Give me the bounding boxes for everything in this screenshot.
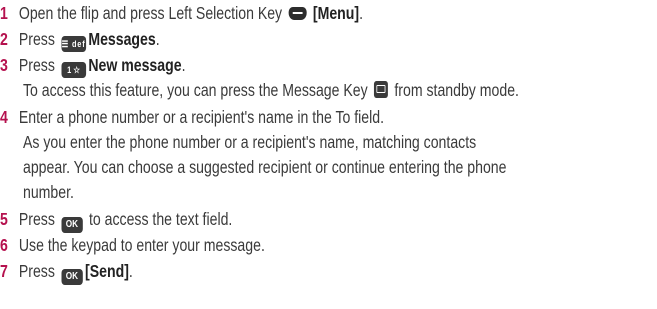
step-2: 2 Press ☰ def Messages. [0, 26, 539, 52]
send-label: [Send] [85, 261, 129, 281]
step-7: 7 Press OK [Send]. [0, 258, 539, 285]
step-4-detail-line-1: As you enter the phone number or a recip… [23, 132, 477, 152]
note-text-end: from standby mode. [390, 80, 519, 100]
step-text: Enter a phone number or a recipient's na… [18, 107, 385, 127]
step-number: 6 [0, 235, 8, 255]
message-key-icon [374, 81, 389, 98]
step-number: 7 [0, 261, 8, 281]
left-soft-key-icon [288, 7, 307, 20]
step-6: 6 Use the keypad to enter your message. [0, 232, 539, 258]
note-text: To access this feature, you can press th… [23, 80, 372, 100]
step-punct: . [128, 261, 133, 281]
step-number: 4 [0, 107, 8, 127]
ok-key-icon: OK [61, 217, 83, 233]
step-4: 4 Enter a phone number or a recipient's n… [0, 104, 539, 130]
instruction-list: 1 Open the flip and press Left Selection … [0, 0, 657, 309]
step-number: 5 [0, 209, 8, 229]
step-3: 3 Press 1 ☆ New message. [0, 52, 539, 78]
step-punct: . [155, 29, 160, 49]
step-number: 3 [0, 55, 8, 75]
messages-label: Messages [88, 29, 156, 49]
step-4-detail-line-3: number. [23, 182, 74, 202]
step-text-end: to access the text field. [85, 209, 233, 229]
step-text: Press [18, 55, 59, 75]
menu-label: [Menu] [312, 3, 360, 23]
step-text: Open the flip and press Left Selection K… [18, 3, 287, 23]
new-message-key-icon: 1 ☆ [61, 62, 86, 78]
step-1: 1 Open the flip and press Left Selection … [0, 0, 539, 26]
step-text: Press [18, 209, 59, 229]
step-4-detail-line-2: appear. You can choose a suggested recip… [23, 157, 507, 177]
ok-key-icon: OK [61, 269, 83, 285]
step-number: 2 [0, 29, 8, 49]
step-number: 1 [0, 3, 8, 23]
step-punct: . [359, 3, 364, 23]
step-text: Press [18, 261, 59, 281]
step-punct: . [181, 55, 186, 75]
step-3-note: To access this feature, you can press th… [23, 78, 657, 103]
step-text: Press [18, 29, 59, 49]
step-5: 5 Press OK to access the text field. [0, 206, 539, 233]
step-text: Use the keypad to enter your message. [18, 235, 265, 255]
new-message-label: New message [88, 55, 182, 75]
messages-key-icon: ☰ def [61, 36, 86, 52]
